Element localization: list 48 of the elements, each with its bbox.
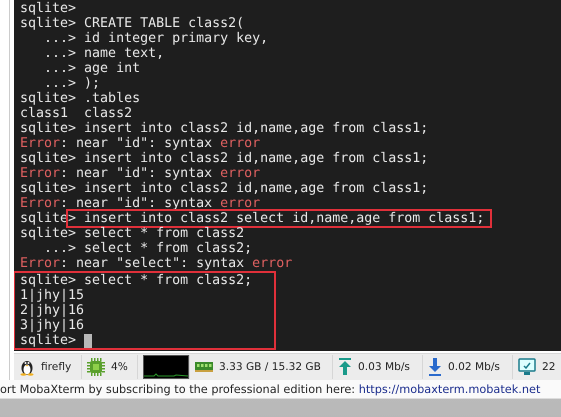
download-icon bbox=[428, 358, 442, 376]
memory-icon bbox=[195, 362, 213, 372]
terminal-text: ...> age int bbox=[43, 61, 140, 76]
error-text: error bbox=[220, 196, 260, 211]
terminal-text: sqlite bbox=[20, 211, 68, 226]
status-text: 22 bbox=[542, 361, 556, 373]
upload-icon bbox=[338, 358, 352, 376]
error-text: error bbox=[252, 256, 292, 271]
terminal-text: : near "select": syntax bbox=[60, 256, 246, 271]
terminal-text: : near "id": syntax bbox=[60, 166, 214, 181]
error-text: Error bbox=[20, 136, 60, 151]
terminal-text: sqlite> select * from class2 bbox=[20, 226, 244, 241]
terminal-text: 1|jhy|15 bbox=[20, 288, 84, 303]
terminal-text: sqlite> .tables bbox=[20, 91, 140, 106]
terminal-text: sqlite> bbox=[20, 333, 78, 348]
monitor-icon bbox=[518, 358, 536, 376]
terminal-text: class1 class2 bbox=[20, 106, 132, 121]
error-text: Error bbox=[20, 256, 60, 271]
terminal-text: sqlite> bbox=[20, 1, 76, 16]
activity-graph bbox=[143, 355, 189, 379]
error-text: Error bbox=[20, 196, 60, 211]
terminal-text: ...> select * from class2; bbox=[43, 241, 252, 256]
terminal-text: : near "id": syntax bbox=[60, 136, 214, 151]
status-text: 3.33 GB / 15.32 GB bbox=[219, 361, 321, 373]
status-text: firefly bbox=[41, 361, 72, 373]
terminal-text: sqlite> insert into class2 id,name,age from class1; bbox=[20, 151, 428, 166]
terminal-text: sqlite> insert into class2 id,name,age from class1; bbox=[20, 121, 428, 136]
website-link[interactable]: https://mobaxterm.mobatek.net bbox=[358, 382, 540, 396]
terminal-text: 3|jhy|16 bbox=[20, 318, 84, 333]
highlighted-command: > insert into class2 select id,name,age from class1; bbox=[68, 211, 490, 226]
chip-icon bbox=[87, 358, 105, 376]
terminal-text: sqlite> insert into class2 id,name,age from class1; bbox=[20, 181, 428, 196]
footer-message: ort MobaXterm by subscribing to the professional edition here: bbox=[0, 382, 356, 396]
error-text: Error bbox=[20, 166, 60, 181]
terminal-text: 2|jhy|16 bbox=[20, 303, 84, 318]
penguin-icon bbox=[19, 358, 35, 376]
status-text: 0.03 Mb/s bbox=[358, 361, 410, 373]
terminal-text: ...> ); bbox=[43, 76, 100, 91]
terminal-text: ...> name text, bbox=[43, 46, 164, 61]
terminal-panel[interactable] bbox=[14, 0, 561, 351]
terminal-text: ...> id integer primary key, bbox=[43, 31, 268, 46]
terminal-text: : near "id": syntax bbox=[60, 196, 214, 211]
terminal-text: sqlite> select * from class2; bbox=[20, 273, 252, 288]
error-text: error bbox=[220, 166, 260, 181]
status-text: 4% bbox=[111, 361, 128, 373]
terminal-text: sqlite> CREATE TABLE class2( bbox=[20, 16, 244, 31]
status-text: 0.02 Mb/s bbox=[448, 361, 500, 373]
error-text: error bbox=[220, 136, 260, 151]
